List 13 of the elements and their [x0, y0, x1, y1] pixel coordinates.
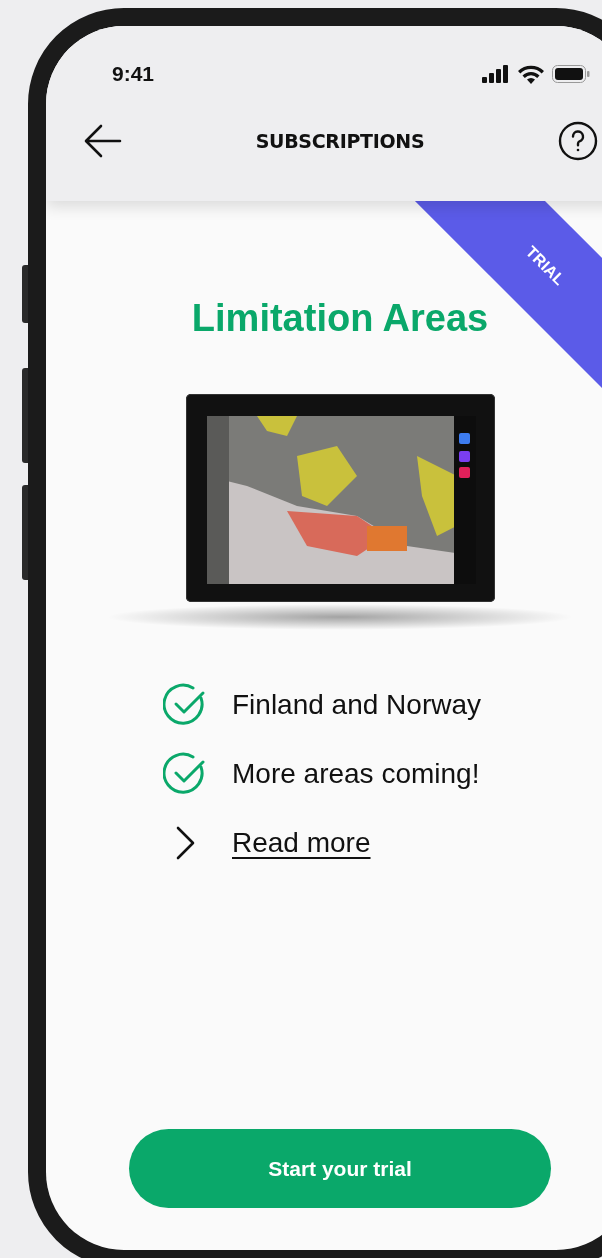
feature-text: Finland and Norway [232, 689, 482, 721]
read-more-link[interactable]: Read more [232, 827, 371, 859]
wifi-icon [518, 64, 544, 84]
signal-icon [482, 65, 510, 83]
battery-icon [552, 65, 590, 83]
feature-text: More areas coming! [232, 758, 480, 790]
back-button[interactable] [84, 124, 122, 158]
status-time: 9:41 [112, 62, 155, 86]
product-title: Limitation Areas [191, 296, 489, 341]
help-button[interactable] [558, 121, 598, 161]
page-title: SUBSCRIPTIONS [255, 130, 425, 152]
check-circle-icon [163, 752, 207, 796]
check-circle-icon [163, 683, 207, 727]
